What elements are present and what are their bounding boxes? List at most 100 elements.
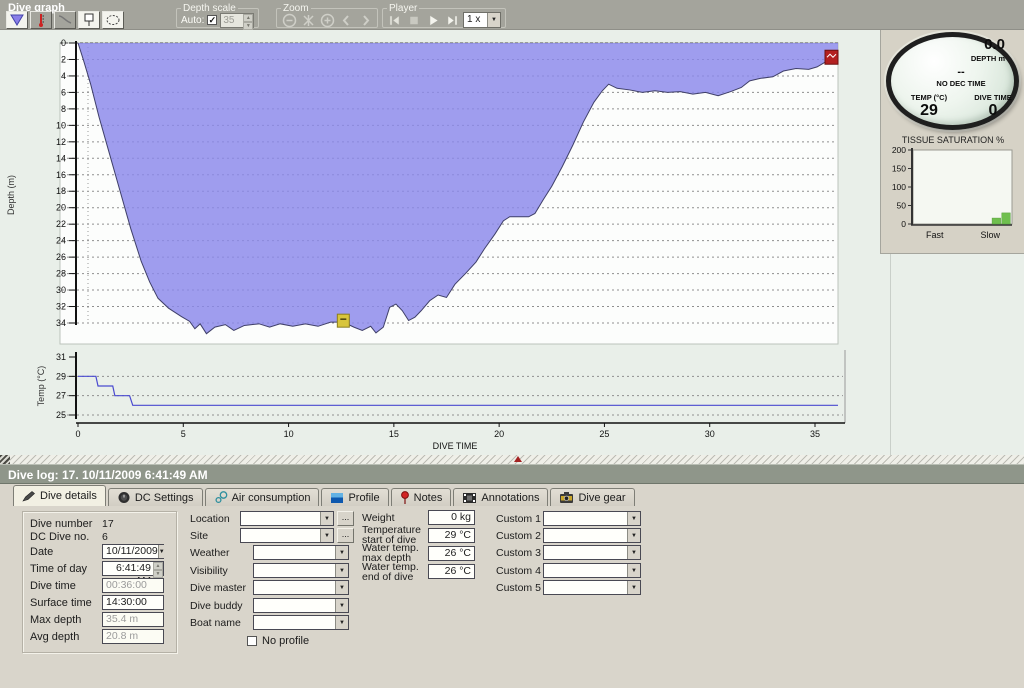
step-forward-icon[interactable] xyxy=(444,12,460,28)
tab-label: DC Settings xyxy=(135,492,194,504)
pen-icon xyxy=(22,490,36,502)
combo-weather[interactable]: ▼ xyxy=(253,545,349,560)
field-temperature-start-of-dive[interactable]: 29 °C xyxy=(428,528,475,543)
auto-label: Auto: xyxy=(181,15,204,26)
chevron-down-icon[interactable]: ▼ xyxy=(320,512,333,525)
chevron-down-icon[interactable]: ▼ xyxy=(335,599,348,612)
combo-location[interactable]: ▼ xyxy=(240,511,334,526)
chevron-down-icon[interactable]: ▼ xyxy=(627,529,640,542)
pan-left-icon[interactable] xyxy=(338,12,354,28)
surface-time-field[interactable]: 14:30:00 xyxy=(102,595,164,610)
svg-text:200: 200 xyxy=(892,146,906,155)
tab-dive-details[interactable]: Dive details xyxy=(13,485,106,506)
camera-icon xyxy=(559,491,574,504)
combo-site[interactable]: ▼ xyxy=(240,528,334,543)
chevron-down-icon[interactable]: ▼ xyxy=(627,581,640,594)
tab-dc-settings[interactable]: DC Settings xyxy=(108,488,203,506)
tab-air-consumption[interactable]: Air consumption xyxy=(205,488,320,506)
dive-log-header: Dive log: 17. 10/11/2009 6:41:49 AM xyxy=(0,464,1024,484)
zoom-out-icon[interactable] xyxy=(281,12,297,28)
depth-scale-group: Depth scale Auto: ✓ 35 ▲▼ xyxy=(176,3,259,28)
combo-boat-name[interactable]: ▼ xyxy=(253,615,349,630)
splitter-collapse-icon[interactable] xyxy=(514,456,522,462)
combo-custom-5[interactable]: ▼ xyxy=(543,580,641,595)
zoom-fit-icon[interactable] xyxy=(300,12,316,28)
avg-depth-field: 20.8 m xyxy=(102,629,164,644)
more-button-location[interactable]: ... xyxy=(337,511,354,526)
depth-scale-spinner[interactable]: 35 ▲▼ xyxy=(220,13,254,28)
splitter-bar[interactable] xyxy=(0,455,1024,464)
toolbar-button-ellipse-select[interactable] xyxy=(102,11,124,29)
player-speed-select[interactable]: 1 x▼ xyxy=(463,12,501,28)
chevron-down-icon[interactable]: ▼ xyxy=(335,546,348,559)
max-depth-field: 35.4 m xyxy=(102,612,164,627)
time-of-day-spinner[interactable]: 6:41:49 AM▲▼ xyxy=(102,561,164,576)
svg-text:0: 0 xyxy=(75,429,80,439)
spin-down-icon[interactable]: ▼ xyxy=(243,22,253,30)
dive-log-window: Dive graph Depth scale Auto: ✓ 35 ▲▼ Zoo… xyxy=(0,0,1024,688)
toolbar-button-marker-flag[interactable] xyxy=(78,11,100,29)
combo-dive-master[interactable]: ▼ xyxy=(253,580,349,595)
field-water-temp-max-depth[interactable]: 26 °C xyxy=(428,546,475,561)
event-marker-red[interactable] xyxy=(825,50,838,64)
no-profile-checkbox[interactable] xyxy=(247,636,257,646)
chevron-down-icon[interactable]: ▼ xyxy=(158,545,165,558)
play-icon[interactable] xyxy=(425,12,441,28)
combo-custom-2[interactable]: ▼ xyxy=(543,528,641,543)
svg-text:10: 10 xyxy=(56,120,66,130)
combo-dive-buddy[interactable]: ▼ xyxy=(253,598,349,613)
chevron-down-icon[interactable]: ▼ xyxy=(487,13,500,27)
skip-back-icon[interactable] xyxy=(387,12,403,28)
zoom-in-icon[interactable] xyxy=(319,12,335,28)
stop-icon[interactable] xyxy=(406,12,422,28)
chevron-down-icon[interactable]: ▼ xyxy=(320,529,333,542)
tab-profile[interactable]: Profile xyxy=(321,488,388,506)
event-marker-yellow[interactable] xyxy=(337,314,349,327)
svg-text:34: 34 xyxy=(56,318,66,328)
gauge-temp-label: TEMP (°C) xyxy=(895,93,963,102)
tab-notes[interactable]: Notes xyxy=(391,488,452,506)
combo-custom-4[interactable]: ▼ xyxy=(543,563,641,578)
chevron-down-icon[interactable]: ▼ xyxy=(335,564,348,577)
chevron-down-icon[interactable]: ▼ xyxy=(627,546,640,559)
svg-text:0: 0 xyxy=(61,38,66,48)
combo-custom-3[interactable]: ▼ xyxy=(543,545,641,560)
pan-right-icon[interactable] xyxy=(357,12,373,28)
date-picker[interactable]: 10/11/2009▼ xyxy=(102,544,164,559)
more-button-site[interactable]: ... xyxy=(337,528,354,543)
graph-toolbar: Dive graph Depth scale Auto: ✓ 35 ▲▼ Zoo… xyxy=(0,0,1024,30)
field-label-custom-5: Custom 5 xyxy=(496,583,541,593)
gauge-divetime-value: 0 xyxy=(965,102,1021,120)
field-water-temp-end-of-dive[interactable]: 26 °C xyxy=(428,564,475,579)
field-label-water-temp-max-depth: Water temp. max depth xyxy=(362,543,426,563)
auto-checkbox[interactable]: ✓ xyxy=(207,15,217,25)
chevron-down-icon[interactable]: ▼ xyxy=(335,616,348,629)
field-weight[interactable]: 0 kg xyxy=(428,510,475,525)
svg-text:28: 28 xyxy=(56,269,66,279)
field-label-custom-4: Custom 4 xyxy=(496,566,541,576)
field-label-dive-master: Dive master xyxy=(190,583,246,593)
chevron-down-icon[interactable]: ▼ xyxy=(627,512,640,525)
toolbar-button-thermometer[interactable] xyxy=(30,11,52,29)
dive-time-label: Dive time xyxy=(30,580,102,592)
player-group: Player 1 x▼ xyxy=(382,3,506,28)
toolbar-button-dive-profile[interactable] xyxy=(6,11,28,29)
spin-up-icon[interactable]: ▲ xyxy=(153,562,163,570)
spin-up-icon[interactable]: ▲ xyxy=(243,14,253,22)
svg-text:16: 16 xyxy=(56,170,66,180)
svg-text:29: 29 xyxy=(56,371,66,381)
toolbar-button-gradient-curve[interactable] xyxy=(54,11,76,29)
chevron-down-icon[interactable]: ▼ xyxy=(335,581,348,594)
field-label-dive-buddy: Dive buddy xyxy=(190,601,243,611)
tab-annotations[interactable]: Annotations xyxy=(453,488,548,506)
combo-visibility[interactable]: ▼ xyxy=(253,563,349,578)
combo-custom-1[interactable]: ▼ xyxy=(543,511,641,526)
spin-down-icon[interactable]: ▼ xyxy=(153,570,163,578)
dc-dive-no-label: DC Dive no. xyxy=(30,531,102,543)
tab-dive-gear[interactable]: Dive gear xyxy=(550,488,634,506)
splitter-grip-icon[interactable] xyxy=(0,455,10,464)
no-profile-label: No profile xyxy=(262,635,309,647)
field-label-water-temp-end-of-dive: Water temp. end of dive xyxy=(362,562,426,582)
tab-label: Air consumption xyxy=(232,492,311,504)
chevron-down-icon[interactable]: ▼ xyxy=(627,564,640,577)
